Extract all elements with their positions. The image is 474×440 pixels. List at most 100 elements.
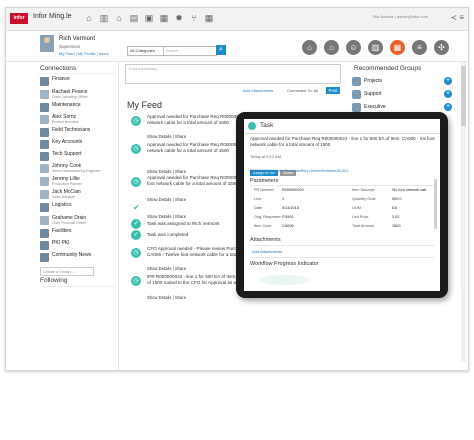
user-links[interactable]: My Feed | My Profile | Inbox bbox=[59, 51, 109, 56]
post-button[interactable]: Post bbox=[326, 87, 340, 94]
scrollbar-thumb[interactable] bbox=[461, 66, 466, 126]
sidebar-item-person[interactable]: Jeremy Lillie Production Planner bbox=[38, 176, 118, 188]
sidebar-item-label: Maintenance bbox=[52, 102, 81, 108]
avatar[interactable] bbox=[40, 35, 54, 52]
task-icon: ✓ bbox=[131, 230, 141, 240]
param-row: Item Code bbox=[254, 224, 272, 228]
share-menu-icons[interactable]: ≺ ≡ bbox=[450, 13, 464, 22]
sidebar-item-sub: Product Architect bbox=[52, 120, 79, 124]
sidebar-item-label: Field Technicians bbox=[52, 127, 91, 133]
param-value: R000000024 bbox=[282, 188, 304, 192]
feed-item-actions[interactable]: Show Details | Share bbox=[147, 169, 186, 174]
feed-item-actions[interactable]: Show Details | Share bbox=[147, 197, 186, 202]
task-title: Task bbox=[260, 122, 274, 129]
chart-nav-icon[interactable]: ▥ bbox=[368, 40, 383, 55]
feed-item-actions[interactable]: Show Details | Share bbox=[147, 134, 186, 139]
param-row: Unit Price bbox=[352, 215, 369, 219]
calendar-icon[interactable]: ▦ bbox=[204, 13, 214, 23]
param-value: 5/14/2015 bbox=[282, 206, 299, 210]
gear-icon[interactable]: ✹ bbox=[174, 13, 184, 23]
attachments-title: Attachments bbox=[250, 237, 281, 243]
workflow-icon: ◷ bbox=[131, 177, 141, 187]
group-icon bbox=[352, 103, 361, 112]
join-icon[interactable]: + bbox=[444, 90, 452, 98]
bank-nav-icon[interactable]: ⌂ bbox=[324, 40, 339, 55]
group-icon bbox=[40, 103, 49, 112]
sidebar-item-sub: Chief Financial Officer bbox=[52, 221, 87, 225]
connected-to-select[interactable]: Connected To: All bbox=[287, 88, 318, 93]
avatar bbox=[40, 216, 49, 225]
join-icon[interactable]: + bbox=[444, 77, 452, 85]
search-button[interactable]: ⌕ bbox=[216, 45, 226, 55]
person-nav-icon[interactable]: ☺ bbox=[346, 40, 361, 55]
image-icon[interactable]: ▣ bbox=[144, 13, 154, 23]
task-date: Today at 9:12 AM bbox=[250, 154, 281, 159]
sidebar-item-person[interactable]: Grahame Drain Chief Financial Officer bbox=[38, 215, 118, 227]
group-icon bbox=[40, 229, 49, 238]
param-value: Six foot network cab bbox=[392, 188, 427, 192]
site-actions[interactable]: Site Actions | admin@infor.com bbox=[373, 14, 428, 19]
task-icon bbox=[248, 122, 256, 130]
group-item[interactable]: Support + bbox=[350, 89, 454, 101]
task-scrollbar[interactable] bbox=[434, 179, 437, 229]
post-input[interactable]: Post something bbox=[125, 64, 341, 84]
sidebar-item-label: Finance bbox=[52, 76, 70, 82]
sidebar-item-community-news[interactable]: Community News bbox=[38, 252, 118, 264]
network-nav-icon[interactable]: ✣ bbox=[434, 40, 449, 55]
list-nav-icon[interactable]: ≡ bbox=[412, 40, 427, 55]
sidebar-item-finance[interactable]: Finance bbox=[38, 76, 118, 88]
param-row: PR Number bbox=[254, 188, 274, 192]
app-title: Infor Ming.le bbox=[33, 13, 72, 20]
group-icon bbox=[40, 77, 49, 86]
sidebar-item-field-technicians[interactable]: Field Technicians bbox=[38, 127, 118, 139]
avatar bbox=[40, 190, 49, 199]
sidebar-item-person[interactable]: Jack McCain Sales Manager bbox=[38, 189, 118, 201]
search-input[interactable]: Search bbox=[163, 46, 217, 56]
building-icon[interactable]: ▤ bbox=[129, 13, 139, 23]
group-icon bbox=[352, 77, 361, 86]
add-attachments-link[interactable]: Add Attachments bbox=[243, 88, 273, 93]
check-icon: ✔ bbox=[133, 203, 140, 212]
sidebar-item-key-accounts[interactable]: Key Accounts bbox=[38, 139, 118, 151]
tablet-screen: Task Approval needed for Purchase Req R0… bbox=[244, 119, 440, 291]
task-hashtags[interactable]: R000000024 | #InforPurchaseReq | #InforW… bbox=[250, 169, 348, 173]
group-item[interactable]: Projects + bbox=[350, 76, 454, 88]
divider bbox=[38, 286, 116, 287]
add-attachments-link[interactable]: Add Attachments bbox=[252, 249, 282, 254]
create-group-input[interactable]: Create a Group... bbox=[40, 267, 94, 276]
fork-icon[interactable]: ⑂ bbox=[189, 13, 199, 23]
group-icon bbox=[40, 152, 49, 161]
feed-item-actions[interactable]: Show Details | Share bbox=[147, 214, 186, 219]
category-select[interactable]: All Categories bbox=[127, 46, 165, 56]
feed-item-actions[interactable]: Show Details | Share bbox=[147, 295, 186, 300]
param-row: Quantity Orde bbox=[352, 197, 376, 201]
param-row: Total Amount bbox=[352, 224, 374, 228]
report-icon[interactable]: ▦ bbox=[159, 13, 169, 23]
sidebar-item-person[interactable]: Johnny Cook Senior Manufacturing Engineer bbox=[38, 163, 118, 175]
divider bbox=[250, 185, 434, 186]
sidebar-item-facilities[interactable]: Facilities bbox=[38, 228, 118, 240]
bank-icon[interactable]: ⌂ bbox=[114, 13, 124, 23]
grid-nav-icon[interactable]: ▦ bbox=[390, 40, 405, 55]
chart-icon[interactable]: ▥ bbox=[99, 13, 109, 23]
param-value: 1500 bbox=[392, 224, 401, 228]
user-name[interactable]: Rich Vermont bbox=[59, 36, 95, 42]
group-name: Executive bbox=[364, 104, 386, 110]
group-icon bbox=[40, 128, 49, 137]
home-nav-icon[interactable]: ⌂ bbox=[302, 40, 317, 55]
feed-item-actions[interactable]: Show Details | Share bbox=[147, 266, 186, 271]
home-icon[interactable]: ⌂ bbox=[84, 13, 94, 23]
sidebar-item-logistics[interactable]: Logistics bbox=[38, 202, 118, 214]
divider bbox=[250, 257, 434, 258]
page-scrollbar[interactable] bbox=[461, 62, 466, 362]
sidebar-item-maintenance[interactable]: Maintenance bbox=[38, 102, 118, 114]
sidebar-item-pki[interactable]: PKI PKI bbox=[38, 240, 118, 252]
param-row: UOM bbox=[352, 206, 361, 210]
join-icon[interactable]: + bbox=[444, 103, 452, 111]
tablet-frame: Task Approval needed for Purchase Req R0… bbox=[236, 112, 448, 298]
avatar bbox=[40, 177, 49, 186]
sidebar-item-person[interactable]: Rachael Pearce Chief Operating Officer bbox=[38, 89, 118, 101]
param-value: 1 bbox=[282, 197, 285, 201]
sidebar-item-tech-support[interactable]: Tech Support bbox=[38, 151, 118, 163]
sidebar-item-person[interactable]: Alex Sorriz Product Architect bbox=[38, 114, 118, 126]
